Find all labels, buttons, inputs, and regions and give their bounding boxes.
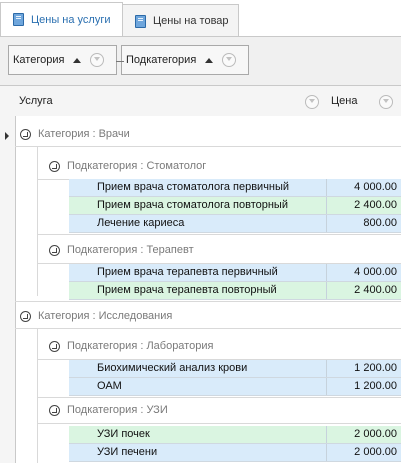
group-chip-label: Категория (13, 54, 65, 66)
service-name-cell: Прием врача стоматолога первичный (69, 179, 327, 196)
price-cell: 2 400.00 (354, 284, 397, 296)
current-row-arrow-icon (5, 132, 9, 140)
row-indicator-column (0, 86, 16, 463)
price-cell: 4 000.00 (354, 266, 397, 278)
price-cell: 4 000.00 (354, 181, 397, 193)
collapse-icon[interactable] (49, 340, 60, 352)
table-row[interactable]: УЗИ почек 2 000.00 (69, 426, 401, 444)
tab-label: Цены на услуги (31, 13, 111, 26)
book-icon (135, 14, 146, 28)
tab-service-prices[interactable]: Цены на услуги (0, 2, 123, 36)
price-grid: Услуга Цена Категория : Врачи Подкатегор… (0, 85, 401, 463)
service-name-cell: УЗИ печени (69, 444, 327, 461)
collapse-icon[interactable] (20, 310, 31, 322)
filter-icon[interactable] (379, 95, 393, 109)
subcategory-group-row[interactable]: Подкатегория : УЗИ (49, 400, 399, 420)
table-row[interactable]: ОАМ 1 200.00 (69, 378, 401, 396)
table-row[interactable]: Лечение кариеса 800.00 (69, 215, 401, 233)
table-row[interactable]: Прием врача терапевта повторный 2 400.00 (69, 282, 401, 300)
service-name-cell: Прием врача терапевта первичный (69, 264, 327, 281)
service-name-cell: ОАМ (69, 378, 327, 395)
group-chip-subcategory[interactable]: Подкатегория (121, 45, 249, 75)
table-row[interactable]: Прием врача стоматолога повторный 2 400.… (69, 197, 401, 215)
filter-icon[interactable] (222, 53, 237, 67)
service-name-cell: Лечение кариеса (69, 215, 327, 232)
column-header-label: Цена (331, 95, 358, 107)
sort-ascending-icon (205, 57, 214, 63)
subcategory-group-row[interactable]: Подкатегория : Лаборатория (49, 336, 399, 356)
book-icon (13, 13, 24, 26)
column-header-service[interactable]: Услуга (15, 86, 328, 116)
subcategory-group-row[interactable]: Подкатегория : Стоматолог (49, 156, 399, 176)
category-group-row[interactable]: Категория : Врачи (20, 124, 400, 144)
price-cell: 2 000.00 (354, 428, 397, 440)
table-row[interactable]: УЗИ печени 2 000.00 (69, 444, 401, 462)
tab-product-prices[interactable]: Цены на товар (122, 4, 239, 37)
group-by-panel: Категория Подкатегория (0, 37, 401, 85)
table-row[interactable]: Прием врача терапевта первичный 4 000.00 (69, 264, 401, 282)
collapse-icon[interactable] (49, 160, 60, 172)
category-group-row[interactable]: Категория : Исследования (20, 306, 400, 326)
collapse-icon[interactable] (20, 128, 31, 140)
subcategory-group-label: Подкатегория : УЗИ (67, 404, 168, 416)
column-header-price[interactable]: Цена (327, 86, 401, 116)
subcategory-group-label: Подкатегория : Лаборатория (67, 340, 214, 352)
tab-label: Цены на товар (153, 15, 229, 27)
category-group-label: Категория : Врачи (38, 128, 130, 140)
price-cell: 1 200.00 (354, 380, 397, 392)
group-connector-line (116, 61, 124, 62)
service-name-cell: Прием врача стоматолога повторный (69, 197, 327, 214)
price-cell: 2 400.00 (354, 199, 397, 211)
service-name-cell: Биохимический анализ крови (69, 360, 327, 377)
table-row[interactable]: Прием врача стоматолога первичный 4 000.… (69, 179, 401, 197)
price-cell: 2 000.00 (354, 446, 397, 458)
price-cell: 1 200.00 (354, 362, 397, 374)
filter-icon[interactable] (90, 53, 105, 67)
filter-icon[interactable] (305, 95, 319, 109)
service-name-cell: Прием врача терапевта повторный (69, 282, 327, 299)
service-name-cell: УЗИ почек (69, 426, 327, 443)
table-row[interactable]: Биохимический анализ крови 1 200.00 (69, 360, 401, 378)
sort-ascending-icon (73, 57, 82, 63)
subcategory-group-label: Подкатегория : Стоматолог (67, 160, 207, 172)
collapse-icon[interactable] (49, 404, 60, 416)
group-chip-label: Подкатегория (126, 54, 197, 66)
subcategory-group-label: Подкатегория : Терапевт (67, 244, 194, 256)
group-chip-category[interactable]: Категория (8, 45, 117, 75)
subcategory-group-row[interactable]: Подкатегория : Терапевт (49, 240, 399, 260)
collapse-icon[interactable] (49, 244, 60, 256)
tab-bar: Цены на услуги Цены на товар (0, 0, 401, 37)
column-header-label: Услуга (19, 95, 53, 107)
price-cell: 800.00 (363, 217, 397, 229)
category-group-label: Категория : Исследования (38, 310, 173, 322)
